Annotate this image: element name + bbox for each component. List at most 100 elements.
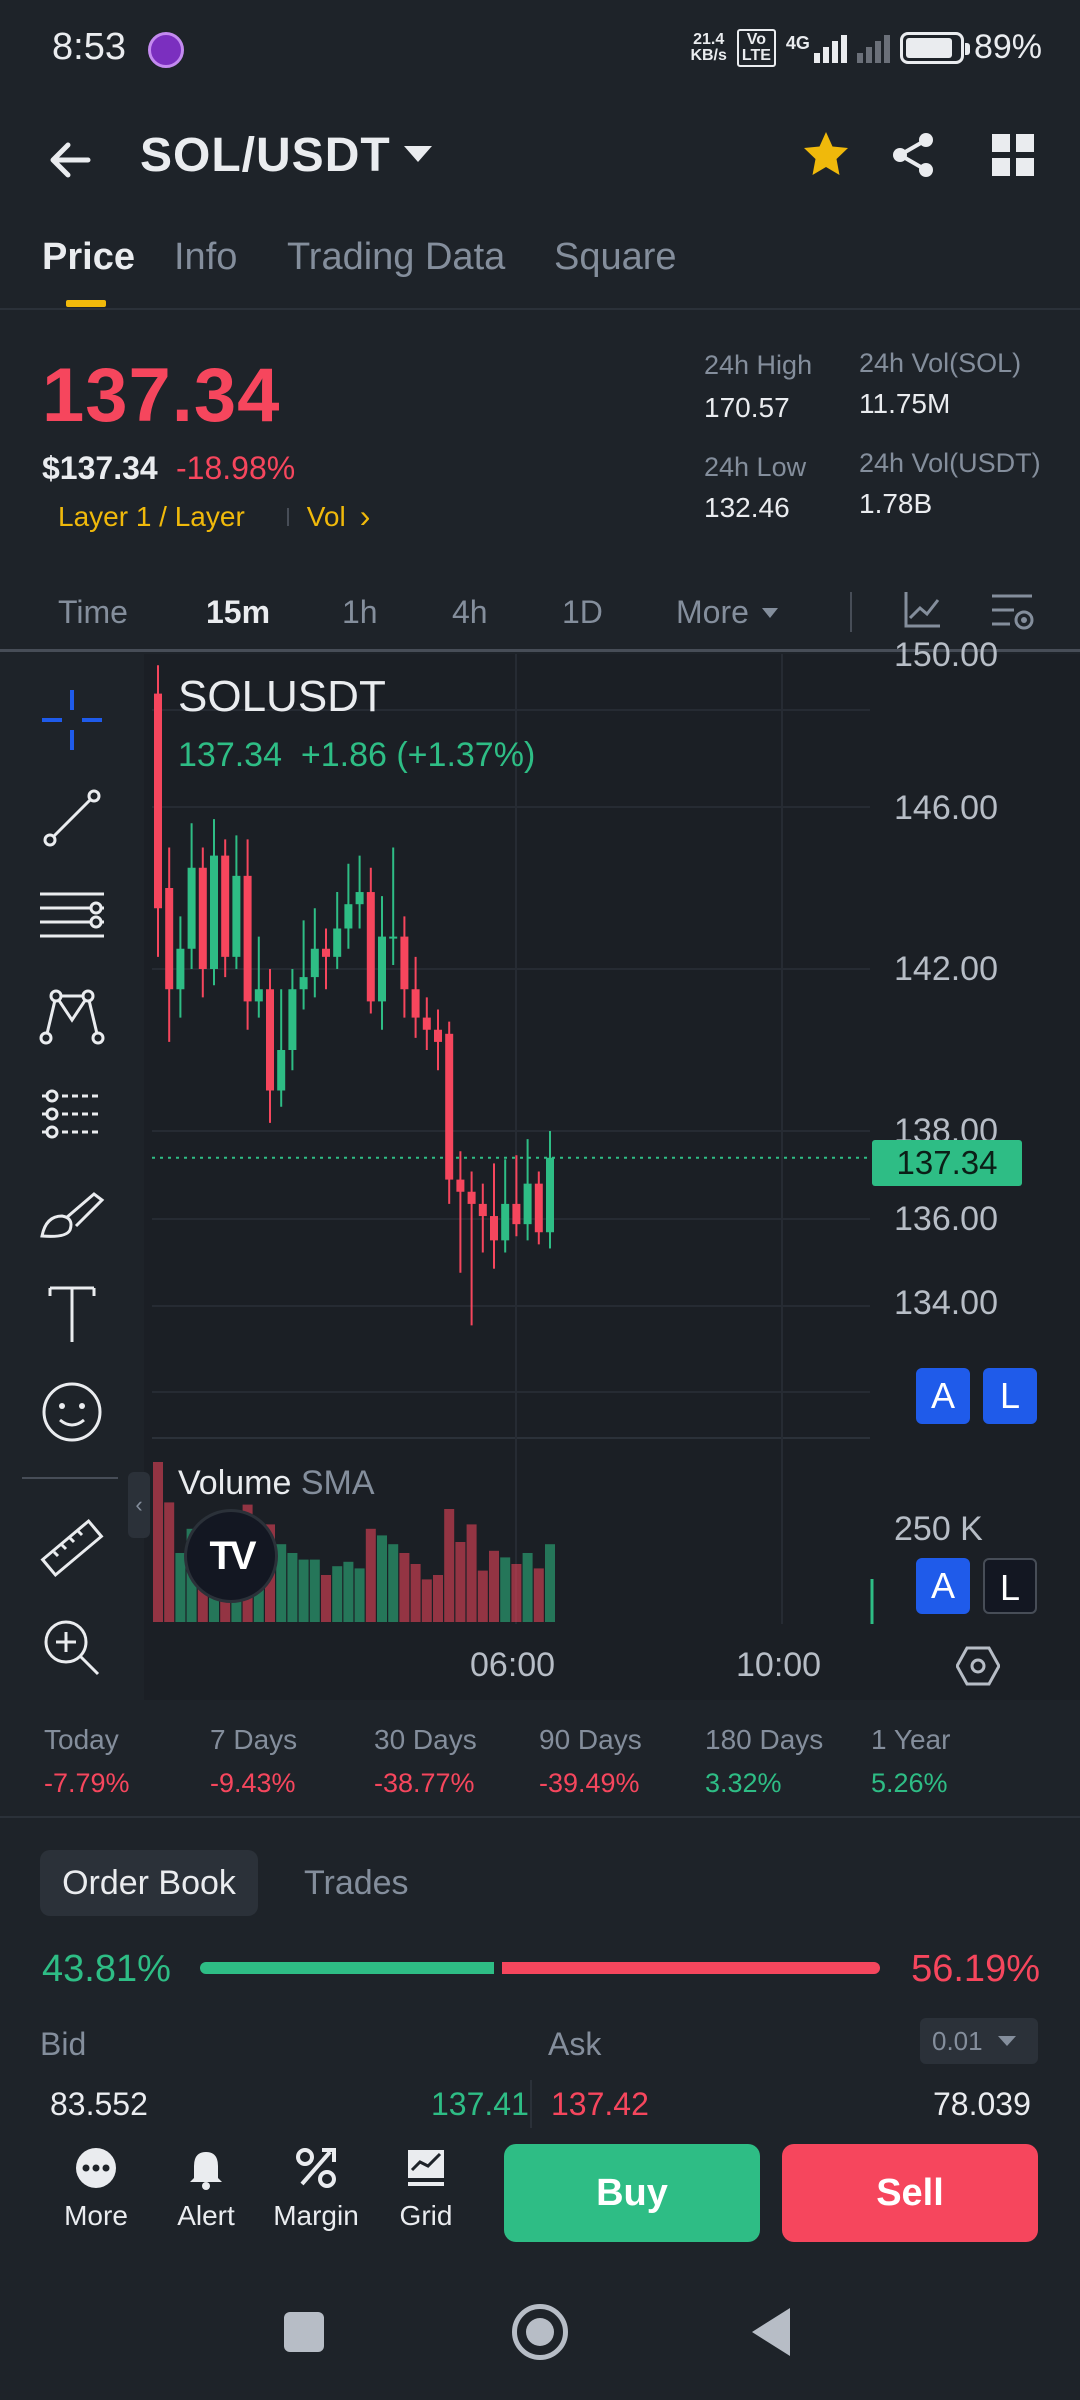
price-tick: 136.00 bbox=[894, 1200, 998, 1238]
battery-percent: 89% bbox=[973, 28, 1042, 66]
log-scale-button[interactable]: L bbox=[983, 1368, 1037, 1424]
ask-quantity: 78.039 bbox=[933, 2086, 1031, 2122]
tab-price[interactable]: Price bbox=[42, 236, 135, 279]
high-label: 24h High bbox=[704, 350, 813, 380]
volume-bar bbox=[354, 1568, 365, 1622]
interval-15m[interactable]: 15m bbox=[206, 594, 270, 631]
grid-bot-icon bbox=[408, 2150, 444, 2186]
more-caret-icon[interactable] bbox=[762, 608, 778, 618]
candle-body bbox=[490, 1216, 498, 1241]
vol-tag[interactable]: Vol bbox=[307, 501, 346, 533]
more-action[interactable]: More bbox=[46, 2144, 146, 2232]
volume-log-scale-button[interactable]: L bbox=[983, 1558, 1037, 1614]
chart-settings-icon[interactable] bbox=[988, 588, 1036, 636]
ask-price: 137.42 bbox=[551, 2086, 649, 2122]
candle-body bbox=[422, 1017, 431, 1030]
candle-body bbox=[154, 693, 162, 909]
header: SOL/USDT bbox=[0, 110, 1080, 210]
bid-percent: 43.81% bbox=[42, 1948, 171, 1990]
home-icon[interactable] bbox=[512, 2304, 568, 2360]
tab-square[interactable]: Square bbox=[554, 236, 677, 279]
signal-sim2-icon bbox=[856, 33, 890, 63]
volume-bar bbox=[477, 1570, 488, 1622]
volume-bar bbox=[533, 1568, 544, 1622]
nav-back-icon[interactable] bbox=[752, 2308, 790, 2356]
volume-bar bbox=[332, 1566, 343, 1622]
interval-1d[interactable]: 1D bbox=[562, 594, 603, 631]
perf-value: -9.43% bbox=[210, 1768, 296, 1798]
high-value: 170.57 bbox=[704, 392, 790, 423]
candle-body bbox=[366, 892, 375, 1002]
pattern-icon[interactable] bbox=[36, 980, 108, 1052]
volume-bar bbox=[399, 1553, 410, 1622]
volume-alert-scale-button[interactable]: A bbox=[916, 1558, 970, 1614]
fib-lines-icon[interactable] bbox=[36, 882, 108, 954]
depth-precision-select[interactable]: 0.01 bbox=[920, 2018, 1038, 2064]
candle-body bbox=[534, 1183, 543, 1233]
trend-line-icon[interactable] bbox=[36, 782, 108, 854]
price-tick: 142.00 bbox=[894, 950, 998, 988]
tab-trades[interactable]: Trades bbox=[304, 1850, 409, 1916]
sell-button[interactable]: Sell bbox=[782, 2144, 1038, 2242]
percent-icon bbox=[296, 2148, 336, 2188]
share-icon[interactable] bbox=[888, 130, 938, 180]
candle-body bbox=[221, 855, 230, 957]
interval-1h[interactable]: 1h bbox=[342, 594, 378, 631]
tab-info[interactable]: Info bbox=[174, 236, 237, 279]
margin-action[interactable]: Margin bbox=[266, 2144, 366, 2232]
app-notification-icon bbox=[148, 32, 184, 68]
volume-label: Volume SMA bbox=[178, 1464, 375, 1502]
candle-body bbox=[210, 855, 218, 969]
category-tag[interactable]: Layer 1 / Layer bbox=[58, 501, 245, 533]
grid-action[interactable]: Grid bbox=[376, 2144, 476, 2232]
chart-area[interactable]: SOLUSDT 137.34 +1.86 (+1.37%) 150.00 146… bbox=[0, 636, 1080, 1700]
alert-scale-button[interactable]: A bbox=[916, 1368, 970, 1424]
crosshair-icon[interactable] bbox=[36, 684, 108, 756]
candle-body bbox=[546, 1157, 554, 1233]
indicator-icon[interactable] bbox=[900, 588, 944, 632]
interval-more[interactable]: More bbox=[676, 594, 749, 631]
interval-time[interactable]: Time bbox=[58, 594, 128, 631]
back-arrow-icon[interactable] bbox=[44, 134, 96, 186]
price-tick: 146.00 bbox=[894, 789, 998, 827]
ask-ratio-fill bbox=[501, 1962, 880, 1974]
volume-bar bbox=[500, 1557, 511, 1622]
recents-icon[interactable] bbox=[284, 2312, 324, 2352]
chart-reset-icon[interactable] bbox=[956, 1644, 1000, 1688]
interval-4h[interactable]: 4h bbox=[452, 594, 488, 631]
volume-bar bbox=[309, 1559, 320, 1622]
low-value: 132.46 bbox=[704, 492, 790, 523]
volume-sma-label: SMA bbox=[300, 1464, 375, 1502]
interval-divider bbox=[850, 592, 852, 632]
pair-dropdown-caret-icon[interactable] bbox=[404, 146, 432, 162]
candle-body bbox=[411, 989, 420, 1018]
page-tabs: Price Info Trading Data Square bbox=[0, 228, 1080, 310]
zoom-in-icon[interactable] bbox=[36, 1612, 108, 1684]
alert-action[interactable]: Alert bbox=[156, 2144, 256, 2232]
tab-trading-data[interactable]: Trading Data bbox=[287, 236, 505, 279]
star-icon[interactable] bbox=[800, 128, 852, 180]
candle-body bbox=[165, 888, 174, 990]
price-tick: 134.00 bbox=[894, 1284, 998, 1322]
volume-bar bbox=[421, 1579, 432, 1622]
grid-icon[interactable] bbox=[990, 132, 1036, 178]
battery-icon bbox=[899, 31, 970, 64]
tab-order-book[interactable]: Order Book bbox=[40, 1850, 258, 1916]
candle-body bbox=[254, 989, 263, 1002]
text-tool-icon[interactable] bbox=[36, 1278, 108, 1350]
perf-value: -38.77% bbox=[374, 1768, 475, 1798]
brush-icon[interactable] bbox=[36, 1180, 108, 1252]
forecast-icon[interactable] bbox=[36, 1080, 108, 1152]
emoji-icon[interactable] bbox=[36, 1376, 108, 1448]
status-bar: 8:53 21.4 KB/s Vo LTE 4G 89% bbox=[0, 0, 1080, 100]
perf-label: Today bbox=[44, 1724, 119, 1755]
chevron-right-icon[interactable]: › bbox=[360, 498, 371, 535]
collapse-tools-handle[interactable]: ‹ bbox=[128, 1472, 150, 1538]
more-dots-icon bbox=[76, 2148, 116, 2188]
perf-label: 180 Days bbox=[705, 1724, 824, 1755]
low-label: 24h Low bbox=[704, 452, 807, 482]
pair-title[interactable]: SOL/USDT bbox=[140, 128, 391, 183]
ruler-icon[interactable] bbox=[36, 1512, 108, 1584]
price-tick: 150.00 bbox=[894, 636, 998, 674]
buy-button[interactable]: Buy bbox=[504, 2144, 760, 2242]
